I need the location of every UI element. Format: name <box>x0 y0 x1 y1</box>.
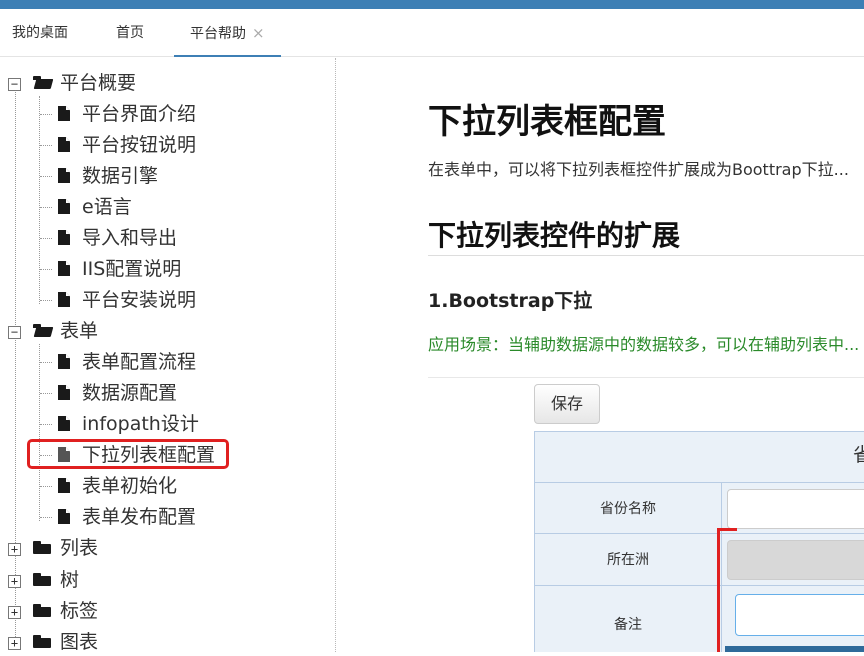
file-icon <box>58 292 70 307</box>
tree-leaf-label: 表单发布配置 <box>82 506 197 528</box>
form-title: 省 <box>853 444 864 466</box>
tree-node-tree[interactable]: + 树 <box>0 566 200 594</box>
file-icon <box>58 168 70 183</box>
row-label: 备注 <box>614 617 642 633</box>
file-icon <box>58 230 70 245</box>
tree-leaf[interactable]: 表单发布配置 <box>0 503 260 531</box>
annotation-box <box>717 528 737 652</box>
tree-leaf[interactable]: 平台安装说明 <box>0 286 260 314</box>
folder-open-icon <box>33 324 54 337</box>
table-row: 所在洲 <box>535 533 864 586</box>
tree-leaf[interactable]: infopath设计 <box>0 410 260 438</box>
file-icon <box>58 416 70 431</box>
intro-text: 在表单中，可以将下拉列表框控件扩展成为Boottrap下拉... <box>428 160 849 179</box>
file-icon <box>58 478 70 493</box>
expand-icon[interactable]: + <box>8 637 21 650</box>
tree-node-list[interactable]: + 列表 <box>0 534 200 562</box>
close-icon[interactable]: × <box>252 24 265 42</box>
tab-label: 平台帮助 <box>190 26 246 42</box>
page-title: 下拉列表框配置 <box>428 102 666 142</box>
file-icon <box>58 261 70 276</box>
folder-open-icon <box>33 76 54 89</box>
folder-icon <box>33 541 51 554</box>
help-tree: − 平台概要 平台界面介绍 平台按钮说明 数据引擎 e语言 导入和导出 IIS配… <box>0 58 336 653</box>
help-content: 下拉列表框配置 在表单中，可以将下拉列表框控件扩展成为Boottrap下拉...… <box>336 58 864 652</box>
row-label: 所在洲 <box>607 552 649 568</box>
screenshot-border <box>428 377 864 378</box>
tab-desktop[interactable]: 我的桌面 <box>12 9 68 57</box>
tree-node-label: 标签 <box>60 600 99 622</box>
dropdown-bar <box>725 646 864 652</box>
tree-leaf-label: 平台界面介绍 <box>82 103 197 125</box>
tree-node-form[interactable]: − 表单 <box>0 317 200 345</box>
expand-icon[interactable]: + <box>8 543 21 556</box>
folder-icon <box>33 573 51 586</box>
tree-leaf[interactable]: 表单初始化 <box>0 472 260 500</box>
tree-leaf[interactable]: 导入和导出 <box>0 224 260 252</box>
tree-leaf[interactable]: 平台按钮说明 <box>0 131 260 159</box>
tree-leaf-label: 表单初始化 <box>82 475 178 497</box>
tree-leaf-label: infopath设计 <box>82 413 199 435</box>
tree-leaf[interactable]: e语言 <box>0 193 260 221</box>
tree-node-tag[interactable]: + 标签 <box>0 597 200 625</box>
expand-icon[interactable]: + <box>8 575 21 588</box>
file-icon <box>58 385 70 400</box>
file-icon <box>58 106 70 121</box>
tab-bar: 我的桌面 首页 平台帮助 × <box>0 9 864 57</box>
tree-leaf-label: e语言 <box>82 196 132 218</box>
tab-home[interactable]: 首页 <box>116 9 144 57</box>
tab-platform-help[interactable]: 平台帮助 × <box>174 9 281 57</box>
tree-leaf-label: 表单配置流程 <box>82 351 197 373</box>
tree-leaf-label: 数据引擎 <box>82 165 159 187</box>
section-heading: 下拉列表控件的扩展 <box>428 219 681 252</box>
expand-icon[interactable]: + <box>8 606 21 619</box>
continent-select <box>727 540 864 580</box>
tree-leaf-label: 数据源配置 <box>82 382 178 404</box>
section-divider <box>428 255 864 256</box>
table-row: 省份名称 <box>535 482 864 534</box>
tree-node-label: 平台概要 <box>60 72 137 94</box>
tree-leaf-label: 平台按钮说明 <box>82 134 197 156</box>
tree-leaf-label: 导入和导出 <box>82 227 178 249</box>
tree-node-label: 表单 <box>60 320 99 342</box>
table-row: 备注 <box>535 585 864 652</box>
remark-input <box>735 594 864 636</box>
tree-leaf-label: 平台安装说明 <box>82 289 197 311</box>
tree-node-label: 树 <box>60 569 80 591</box>
top-accent-bar <box>0 0 864 9</box>
file-icon <box>58 199 70 214</box>
tree-node-overview[interactable]: − 平台概要 <box>0 69 200 97</box>
form-table: 省 省份名称 所在洲 备注 <box>534 431 864 652</box>
folder-icon <box>33 635 51 648</box>
row-label: 省份名称 <box>600 501 656 517</box>
tree-leaf[interactable]: IIS配置说明 <box>0 255 260 283</box>
tree-leaf[interactable]: 表单配置流程 <box>0 348 260 376</box>
subsection-heading: 1.Bootstrap下拉 <box>428 290 593 312</box>
tree-leaf-label: IIS配置说明 <box>82 258 182 280</box>
selection-highlight <box>27 439 229 469</box>
tree-leaf[interactable]: 平台界面介绍 <box>0 100 260 128</box>
province-name-input <box>727 489 864 529</box>
file-icon <box>58 509 70 524</box>
scenario-text: 应用场景：当辅助数据源中的数据较多，可以在辅助列表中... <box>428 335 860 354</box>
collapse-icon[interactable]: − <box>8 78 21 91</box>
tree-node-label: 列表 <box>60 537 99 559</box>
save-button: 保存 <box>534 384 600 424</box>
tree-leaf[interactable]: 数据引擎 <box>0 162 260 190</box>
folder-icon <box>33 604 51 617</box>
file-icon <box>58 354 70 369</box>
file-icon <box>58 137 70 152</box>
tree-leaf[interactable]: 数据源配置 <box>0 379 260 407</box>
collapse-icon[interactable]: − <box>8 326 21 339</box>
embedded-screenshot: 保存 省 省份名称 所在洲 备注 <box>428 377 864 652</box>
